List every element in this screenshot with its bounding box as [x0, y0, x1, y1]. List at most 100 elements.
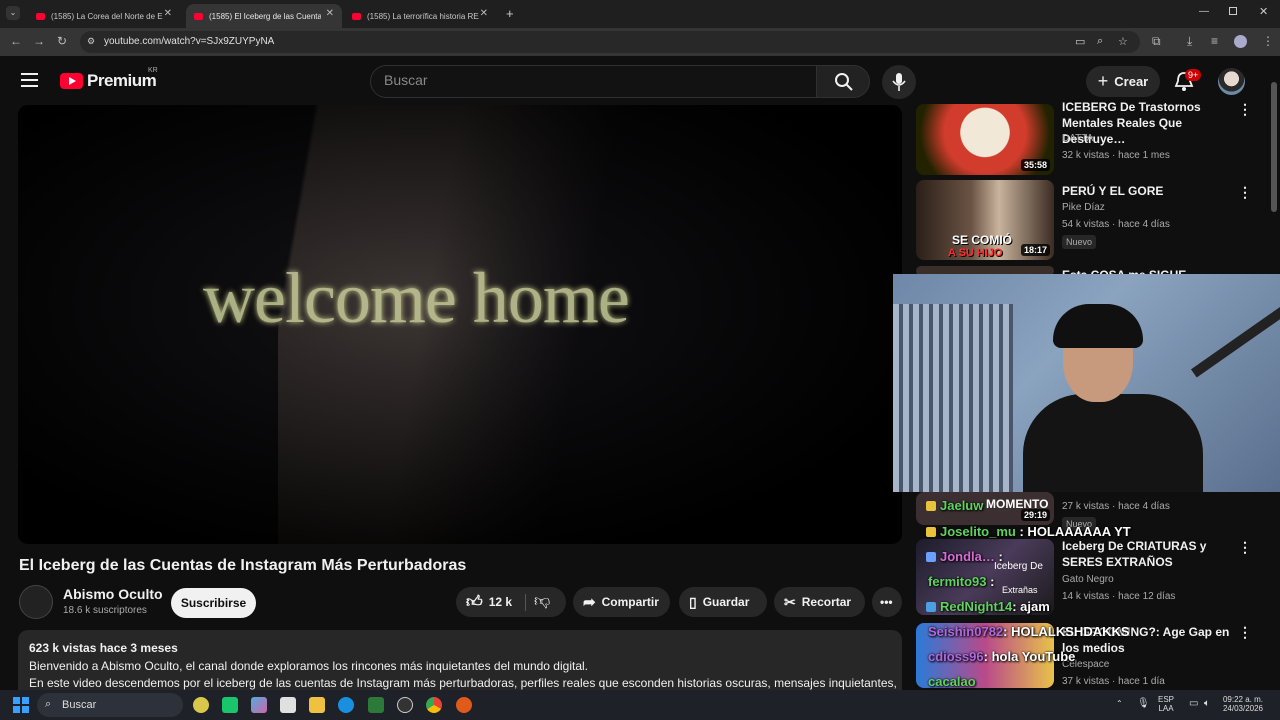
search-button[interactable] — [816, 65, 870, 98]
chat-message: RedNight14: ajam — [926, 599, 1050, 614]
network-icon[interactable]: ▭ — [1189, 698, 1198, 709]
hamburger-menu-icon[interactable] — [21, 73, 38, 87]
close-tab-icon[interactable]: ✕ — [480, 8, 488, 19]
taskbar-app-icon[interactable] — [222, 697, 238, 713]
chat-message: Seishin0782: HOLALKSHDAKKS — [928, 624, 1130, 639]
zoom-icon[interactable]: ⌕ — [1097, 35, 1103, 48]
chat-message: Joselito_mu : HOLAAAAAA YT — [926, 524, 1131, 539]
windows-taskbar: ⌕ Buscar ⌃ 🎙︎ ESP LAA ▭ 🔈︎ 09:22 a. m. 2… — [0, 690, 1280, 720]
voice-search-button[interactable] — [882, 65, 916, 99]
more-options-icon[interactable]: ⋮ — [1238, 184, 1252, 201]
chrome-icon[interactable] — [426, 697, 442, 713]
youtube-favicon-icon — [194, 12, 203, 20]
taskbar-app-icon[interactable] — [368, 697, 384, 713]
youtube-play-icon — [60, 73, 83, 89]
more-options-icon[interactable]: ⋮ — [1238, 101, 1252, 118]
view-count-and-date: 623 k vistas hace 3 meses — [29, 641, 178, 655]
show-hidden-icons-icon[interactable]: ⌃ — [1116, 699, 1123, 708]
recommended-video-title[interactable]: Iceberg De CRIATURAS y SERES EXTRAÑOS — [1062, 538, 1234, 570]
youtube-premium-logo[interactable]: Premium KR — [60, 67, 158, 91]
browser-tab-2-active[interactable]: (1585) El Iceberg de las Cuentas… ✕ — [186, 4, 342, 28]
chat-badge-icon — [926, 552, 936, 562]
back-icon[interactable]: ← — [10, 34, 22, 48]
create-button[interactable]: + Crear — [1086, 66, 1160, 97]
notification-count-badge: 9+ — [1185, 69, 1202, 81]
taskbar-search[interactable]: ⌕ Buscar — [37, 693, 183, 717]
close-tab-icon[interactable]: ✕ — [326, 8, 334, 19]
youtube-favicon-icon — [36, 12, 45, 20]
taskbar-app-icon[interactable] — [456, 697, 472, 713]
close-tab-icon[interactable]: ✕ — [164, 8, 172, 19]
input-language[interactable]: ESP LAA — [1158, 695, 1174, 713]
url-text[interactable]: youtube.com/watch?v=SJx9ZUYPyNA — [104, 36, 274, 47]
cast-icon[interactable]: ▭ — [1075, 35, 1085, 48]
webcam-microphone-arm — [1190, 300, 1280, 378]
reading-list-icon[interactable]: ≡ — [1211, 34, 1218, 48]
channel-subscriber-count: 18.6 k suscriptores — [63, 605, 147, 616]
video-frame-text: welcome home — [203, 258, 630, 338]
more-options-icon[interactable]: ⋮ — [1238, 539, 1252, 556]
more-actions-button[interactable]: ••• — [872, 587, 902, 617]
recommended-video-meta: 54 k vistas · hace 4 días — [1062, 219, 1170, 230]
subscribe-button[interactable]: Suscribirse — [171, 588, 256, 618]
account-avatar[interactable] — [1218, 68, 1245, 95]
taskbar-app-icon[interactable] — [193, 697, 209, 713]
video-thumbnail[interactable]: 35:58 — [916, 104, 1054, 175]
share-icon: ➦ — [583, 594, 596, 611]
site-info-icon[interactable]: ⚙ — [87, 36, 95, 47]
volume-icon[interactable]: 🔈︎ — [1204, 698, 1210, 709]
page-scrollbar[interactable] — [1271, 82, 1277, 212]
clock[interactable]: 09:22 a. m. 24/03/2026 — [1220, 695, 1266, 713]
channel-name[interactable]: Abismo Oculto — [63, 586, 163, 602]
recommended-video-title[interactable]: PERÚ Y EL GORE — [1062, 183, 1234, 199]
extensions-icon[interactable]: ⧉ — [1152, 34, 1161, 49]
taskbar-app-icon[interactable] — [251, 697, 267, 713]
bookmark-star-icon[interactable]: ☆ — [1118, 35, 1128, 48]
minimize-icon[interactable]: — — [1199, 6, 1209, 17]
omnibox[interactable]: ⚙ youtube.com/watch?v=SJx9ZUYPyNA ▭ ⌕ ☆ — [80, 31, 1140, 53]
channel-avatar[interactable] — [19, 585, 53, 619]
taskbar-app-icon[interactable] — [397, 697, 413, 713]
microphone-icon[interactable]: 🎙︎ — [1137, 698, 1150, 709]
thumbnail-caption: A SU HIJO — [948, 247, 1003, 259]
save-button[interactable]: ▯ Guardar — [679, 587, 767, 617]
more-options-icon[interactable]: ⋮ — [1238, 624, 1252, 641]
search-icon: ⌕ — [45, 698, 52, 710]
reload-icon[interactable]: ↻ — [57, 34, 67, 48]
tab-list-icon[interactable]: ⌄ — [6, 6, 20, 20]
profile-icon[interactable] — [1234, 35, 1247, 48]
edge-icon[interactable] — [338, 697, 354, 713]
webcam-streamer-body — [1023, 394, 1203, 492]
webcam-background-wall — [893, 304, 1013, 492]
video-player[interactable]: welcome home — [18, 105, 902, 544]
share-button[interactable]: ➦ Compartir — [573, 587, 670, 617]
new-tab-button[interactable]: + — [506, 6, 514, 21]
download-icon[interactable]: ⤓ — [1187, 34, 1192, 49]
thumbs-down-icon[interactable]: 👎︎ — [534, 592, 550, 611]
video-thumbnail[interactable]: SE COMIÓ A SU HIJO 18:17 — [916, 180, 1054, 260]
folder-icon[interactable] — [309, 697, 325, 713]
thumbs-up-icon[interactable]: 👍︎ — [466, 593, 483, 612]
browser-tab-3[interactable]: (1585) La terrorífica historia REAL… ✕ — [344, 4, 496, 28]
forward-icon[interactable]: → — [33, 34, 45, 48]
close-window-icon[interactable]: ✕ — [1259, 5, 1268, 18]
more-horizontal-icon: ••• — [880, 595, 893, 609]
recommended-video-channel[interactable]: Pike Díaz — [1062, 202, 1105, 213]
search-icon — [835, 73, 853, 91]
browser-tab-1[interactable]: (1585) La Corea del Norte de E… ✕ — [28, 4, 180, 28]
thumbnail-caption: SE COMIÓ — [952, 233, 1013, 247]
clip-button[interactable]: ✂ Recortar — [774, 587, 865, 617]
recommended-video-channel[interactable]: Gato Negro — [1062, 574, 1114, 585]
windows-start-icon[interactable] — [13, 697, 29, 713]
video-title: El Iceberg de las Cuentas de Instagram M… — [19, 557, 467, 574]
like-count[interactable]: 12 k — [489, 595, 512, 609]
chat-badge-icon — [926, 501, 936, 511]
chat-badge-icon — [926, 602, 936, 612]
search-input[interactable] — [384, 72, 804, 88]
recommended-video-channel[interactable]: DATTA — [1062, 133, 1093, 144]
browser-menu-icon[interactable]: ⋮ — [1262, 34, 1274, 48]
restore-icon[interactable] — [1229, 7, 1237, 15]
taskbar-app-icon[interactable] — [280, 697, 296, 713]
search-box[interactable] — [370, 65, 818, 98]
new-badge: Nuevo — [1062, 235, 1097, 249]
